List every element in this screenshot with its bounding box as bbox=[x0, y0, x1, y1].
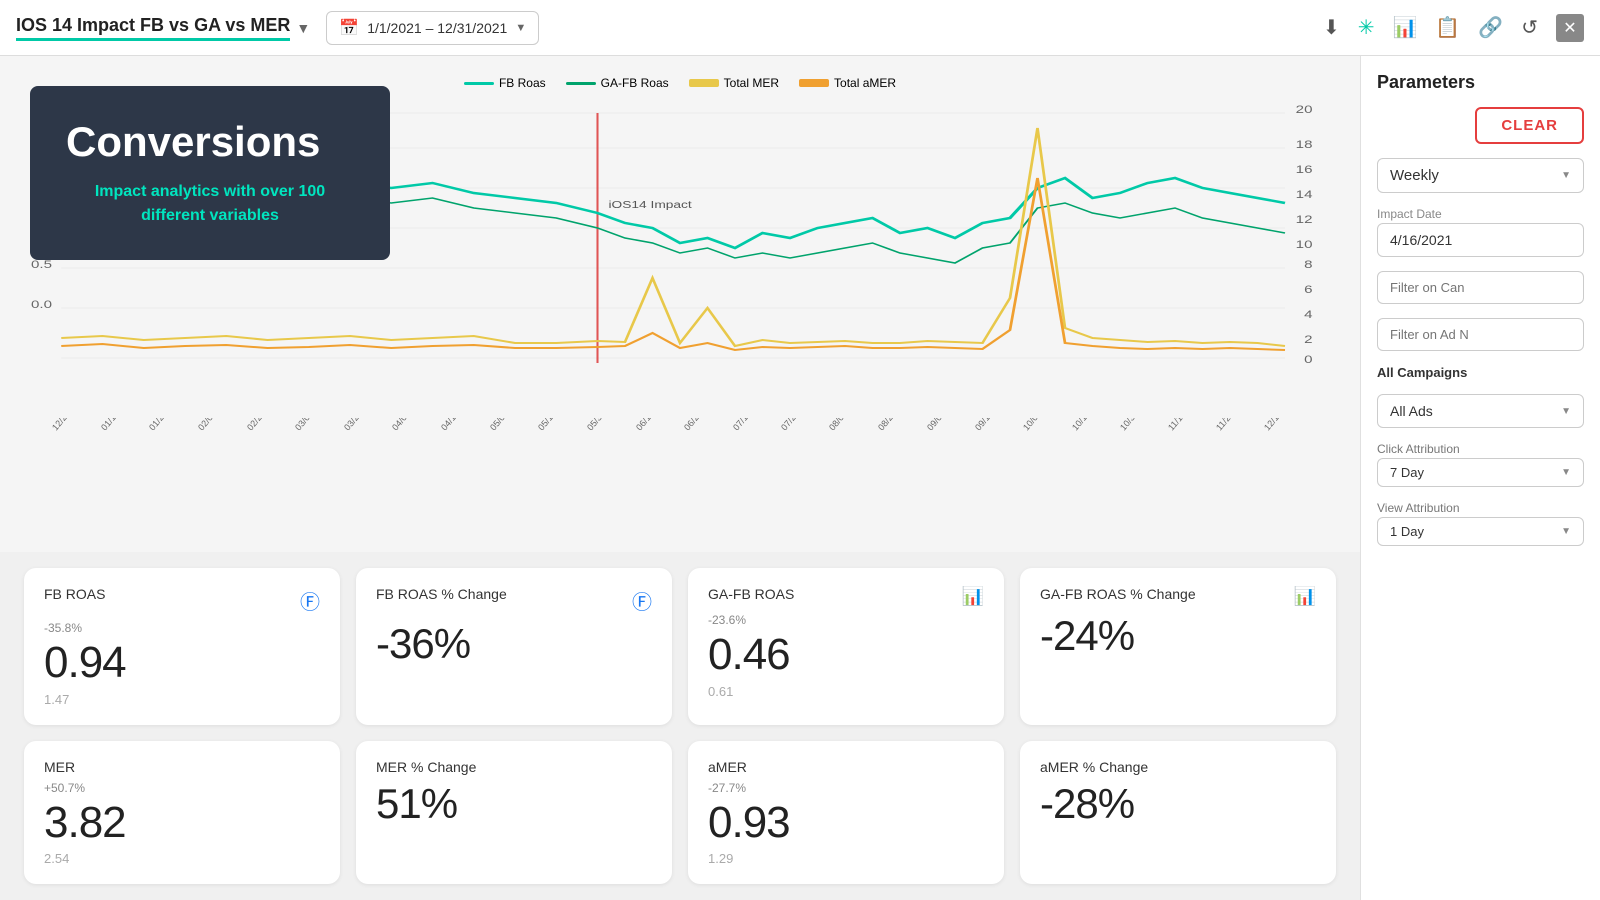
impact-date-label: Impact Date bbox=[1377, 207, 1584, 221]
svg-text:0.0: 0.0 bbox=[31, 298, 52, 310]
date-chevron-icon: ▼ bbox=[515, 22, 526, 34]
filter-ad-input[interactable] bbox=[1377, 318, 1584, 351]
view-attr-chevron-icon: ▼ bbox=[1561, 526, 1571, 537]
header-action-icons: ⬇ ✳ 📊 📋 🔗 ↺ ✕ bbox=[1323, 14, 1584, 42]
svg-text:0: 0 bbox=[1304, 353, 1312, 365]
svg-text:18: 18 bbox=[1296, 138, 1313, 150]
impact-date-value[interactable]: 4/16/2021 bbox=[1377, 223, 1584, 257]
svg-text:2: 2 bbox=[1304, 333, 1312, 345]
metric-fb-roas: FB ROAS Ⓕ -35.8% 0.94 1.47 bbox=[24, 568, 340, 724]
svg-text:16: 16 bbox=[1296, 163, 1313, 175]
svg-text:8: 8 bbox=[1304, 258, 1312, 270]
close-icon[interactable]: ✕ bbox=[1556, 14, 1584, 42]
click-attr-label: Click Attribution bbox=[1377, 442, 1584, 456]
metric-ga-fb-roas: GA-FB ROAS 📊 -23.6% 0.46 0.61 bbox=[688, 568, 1004, 724]
main-layout: Conversions Impact analytics with over 1… bbox=[0, 56, 1600, 900]
svg-text:iOS14 Impact: iOS14 Impact bbox=[609, 199, 693, 211]
view-attr-section: View Attribution 1 Day ▼ bbox=[1377, 501, 1584, 546]
svg-text:6: 6 bbox=[1304, 283, 1312, 295]
filter-campaign-input[interactable] bbox=[1377, 271, 1584, 304]
legend-total-amer: Total aMER bbox=[799, 76, 896, 90]
click-attr-select[interactable]: 7 Day ▼ bbox=[1377, 458, 1584, 487]
download-icon[interactable]: ⬇ bbox=[1323, 15, 1340, 40]
calendar-icon: 📅 bbox=[339, 18, 359, 38]
metric-mer-change: MER % Change 51% bbox=[356, 741, 672, 884]
sidebar-title: Parameters bbox=[1377, 72, 1584, 93]
title-dropdown-arrow[interactable]: ▼ bbox=[296, 20, 310, 36]
hero-subtext: Impact analytics with over 100 different… bbox=[66, 180, 354, 228]
metric-ga-fb-roas-change: GA-FB ROAS % Change 📊 -24% bbox=[1020, 568, 1336, 724]
refresh-icon[interactable]: ↺ bbox=[1521, 15, 1538, 40]
view-attr-select[interactable]: 1 Day ▼ bbox=[1377, 517, 1584, 546]
svg-text:20: 20 bbox=[1296, 103, 1313, 115]
star-plus-icon[interactable]: ✳ bbox=[1358, 15, 1375, 40]
frequency-select[interactable]: Weekly ▼ bbox=[1377, 158, 1584, 193]
impact-date-section: Impact Date 4/16/2021 bbox=[1377, 207, 1584, 257]
svg-text:4: 4 bbox=[1304, 308, 1312, 320]
bar-icon-2: 📊 bbox=[962, 586, 984, 607]
fb-icon-0: Ⓕ bbox=[300, 586, 320, 615]
all-campaigns-label: All Campaigns bbox=[1377, 365, 1584, 380]
legend-total-mer: Total MER bbox=[689, 76, 779, 90]
header: IOS 14 Impact FB vs GA vs MER ▼ 📅 1/1/20… bbox=[0, 0, 1600, 56]
click-attr-section: Click Attribution 7 Day ▼ bbox=[1377, 442, 1584, 487]
svg-text:12: 12 bbox=[1296, 213, 1313, 225]
metric-amer-change: aMER % Change -28% bbox=[1020, 741, 1336, 884]
metric-amer: aMER -27.7% 0.93 1.29 bbox=[688, 741, 1004, 884]
all-ads-select[interactable]: All Ads ▼ bbox=[1377, 394, 1584, 428]
svg-text:14: 14 bbox=[1296, 188, 1313, 200]
click-attr-chevron-icon: ▼ bbox=[1561, 467, 1571, 478]
view-attr-label: View Attribution bbox=[1377, 501, 1584, 515]
chart-area: Conversions Impact analytics with over 1… bbox=[0, 56, 1360, 900]
link-icon[interactable]: 🔗 bbox=[1478, 15, 1503, 40]
fb-icon-1: Ⓕ bbox=[632, 586, 652, 615]
hero-heading: Conversions bbox=[66, 118, 354, 166]
metric-fb-roas-change: FB ROAS % Change Ⓕ -36% bbox=[356, 568, 672, 724]
metric-mer: MER +50.7% 3.82 2.54 bbox=[24, 741, 340, 884]
legend-ga-fb-roas: GA-FB Roas bbox=[566, 76, 669, 90]
svg-text:10: 10 bbox=[1296, 238, 1313, 250]
frequency-chevron-icon: ▼ bbox=[1561, 170, 1571, 181]
hero-card: Conversions Impact analytics with over 1… bbox=[30, 86, 390, 260]
metrics-grid: FB ROAS Ⓕ -35.8% 0.94 1.47 FB ROAS % Cha… bbox=[0, 552, 1360, 900]
date-range-picker[interactable]: 📅 1/1/2021 – 12/31/2021 ▼ bbox=[326, 11, 539, 45]
bar-icon-3: 📊 bbox=[1294, 586, 1316, 607]
sidebar: Parameters CLEAR Weekly ▼ Impact Date 4/… bbox=[1360, 56, 1600, 900]
bar-chart-icon[interactable]: 📊 bbox=[1393, 15, 1418, 40]
clipboard-icon[interactable]: 📋 bbox=[1435, 15, 1460, 40]
legend-fb-roas: FB Roas bbox=[464, 76, 546, 90]
all-ads-chevron-icon: ▼ bbox=[1561, 406, 1571, 417]
page-title: IOS 14 Impact FB vs GA vs MER ▼ bbox=[16, 15, 310, 41]
clear-button[interactable]: CLEAR bbox=[1475, 107, 1584, 144]
